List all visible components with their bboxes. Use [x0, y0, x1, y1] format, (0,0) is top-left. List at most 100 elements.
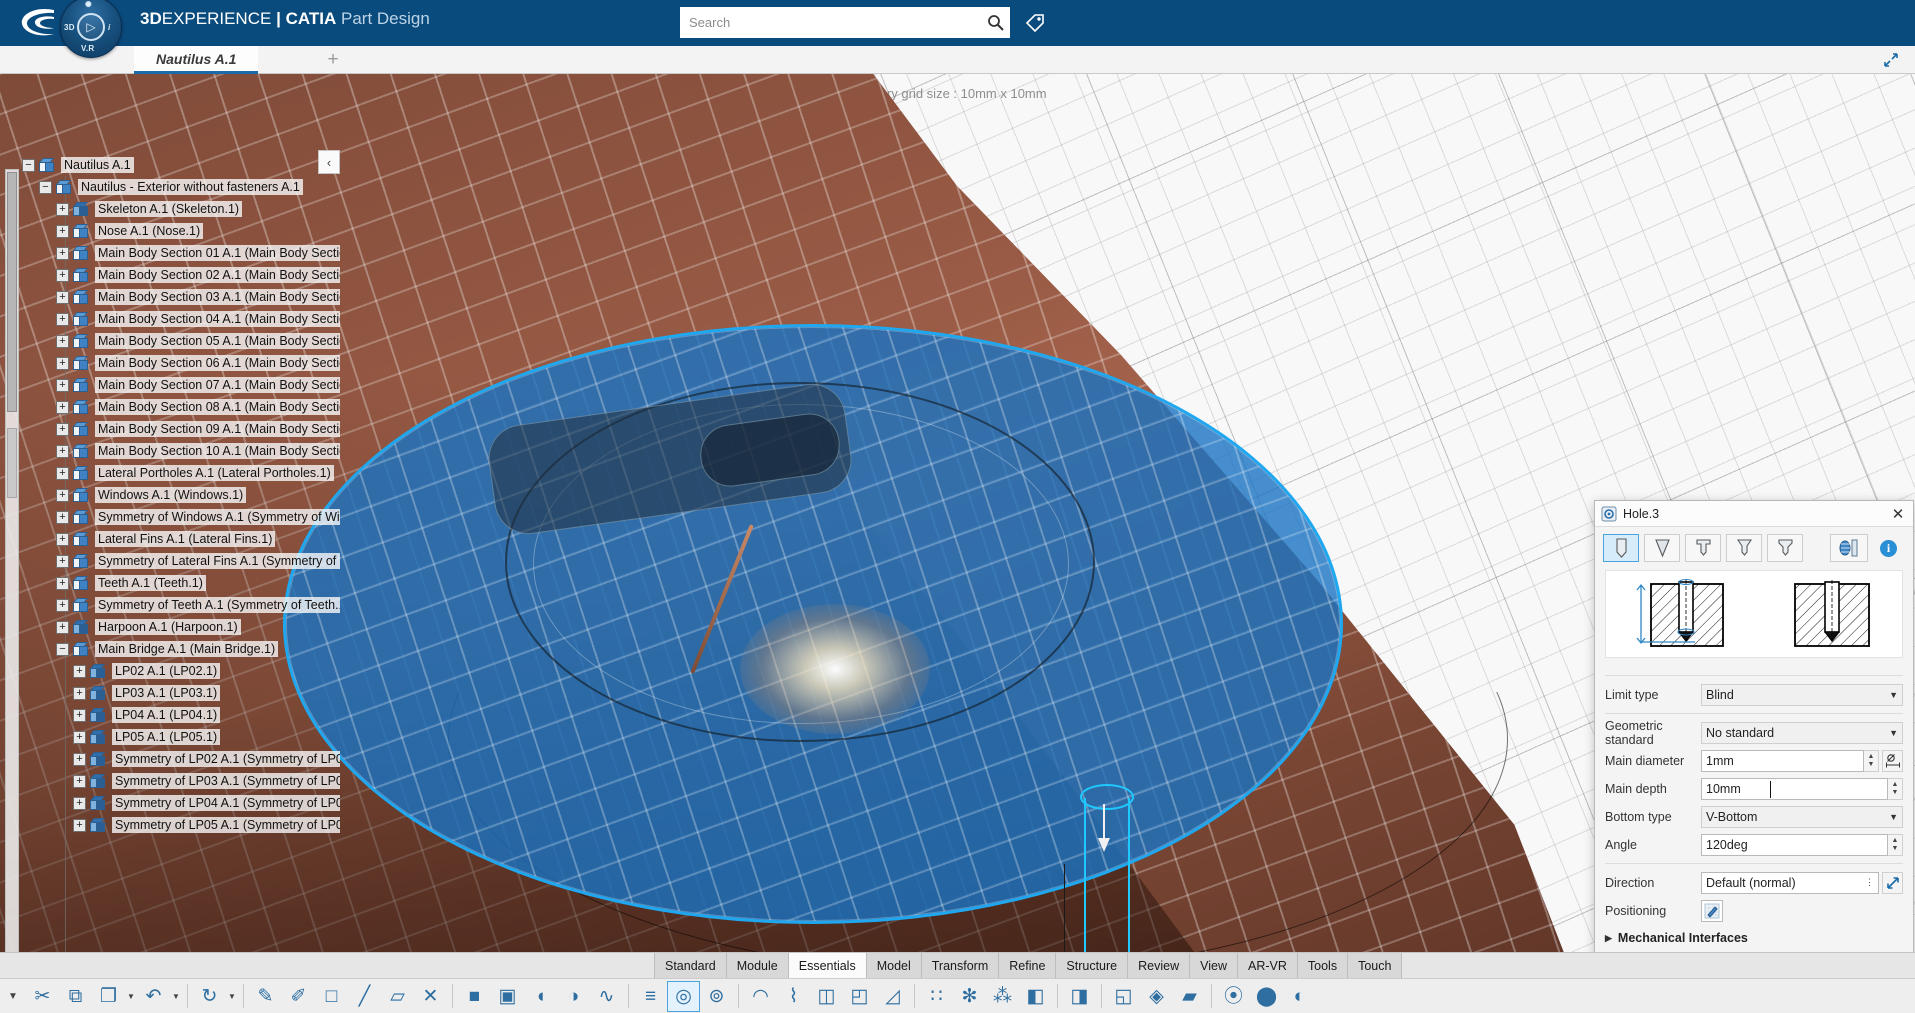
- remove-face-icon[interactable]: ◿: [876, 981, 909, 1012]
- axis-system-icon[interactable]: ✕: [414, 981, 447, 1012]
- action-bar-tabs[interactable]: Standard Module Essentials Model Transform Re…: [0, 952, 1915, 978]
- action-bar-tab-essentials[interactable]: Essentials: [788, 953, 867, 978]
- tree-expand-icon[interactable]: +: [56, 290, 69, 304]
- pocket-icon[interactable]: ▣: [491, 981, 524, 1012]
- action-bar-tab-standard[interactable]: Standard: [654, 953, 727, 978]
- toolbar-dropdown-icon[interactable]: ▼: [125, 992, 137, 1001]
- tree-expand-icon[interactable]: +: [56, 576, 69, 590]
- sew-surface-icon[interactable]: ▰: [1173, 981, 1206, 1012]
- tree-item[interactable]: − Nautilus A.1: [22, 154, 340, 176]
- positioning-sketch-button[interactable]: [1701, 899, 1723, 922]
- tree-item[interactable]: + Symmetry of LP04 A.1 (Symmetry of LP04.…: [22, 792, 340, 814]
- tree-expand-icon[interactable]: +: [56, 444, 69, 458]
- stepper-down-icon[interactable]: ▼: [1892, 845, 1899, 853]
- tree-expand-icon[interactable]: +: [56, 334, 69, 348]
- tree-item[interactable]: + Symmetry of LP02 A.1 (Symmetry of LP02.…: [22, 748, 340, 770]
- tree-item[interactable]: + Teeth A.1 (Teeth.1): [22, 572, 340, 594]
- thickness-icon[interactable]: ◰: [843, 981, 876, 1012]
- stepper-down-icon[interactable]: ▼: [1892, 789, 1899, 797]
- tree-item[interactable]: + Symmetry of Windows A.1 (Symmetry of Wi…: [22, 506, 340, 528]
- search-box[interactable]: [680, 7, 1010, 38]
- tree-expand-icon[interactable]: +: [73, 664, 86, 678]
- tree-expand-icon[interactable]: +: [56, 422, 69, 436]
- tree-expand-icon[interactable]: +: [56, 356, 69, 370]
- stepper-down-icon[interactable]: ▼: [1868, 761, 1875, 769]
- trim-icon[interactable]: ◱: [1107, 981, 1140, 1012]
- tree-expand-icon[interactable]: +: [73, 818, 86, 832]
- tree-item[interactable]: + Main Body Section 09 A.1 (Main Body Sec…: [22, 418, 340, 440]
- split-icon[interactable]: ◨: [1063, 981, 1096, 1012]
- action-bar-tab-touch[interactable]: Touch: [1348, 953, 1403, 978]
- search-input[interactable]: [681, 8, 981, 37]
- diameter-measure-button[interactable]: [1882, 749, 1903, 772]
- tree-item[interactable]: + Main Body Section 06 A.1 (Main Body Sec…: [22, 352, 340, 374]
- shaft-icon[interactable]: ◖: [524, 981, 557, 1012]
- pad-icon[interactable]: ■: [458, 981, 491, 1012]
- tree-item[interactable]: + Main Body Section 04 A.1 (Main Body Sec…: [22, 308, 340, 330]
- fillet-icon[interactable]: ◠: [744, 981, 777, 1012]
- tree-item[interactable]: + Main Body Section 07 A.1 (Main Body Sec…: [22, 374, 340, 396]
- hole-definition-dialog[interactable]: Hole.3 ✕ i Limit type Blind ▼ Geometric …: [1594, 500, 1914, 1013]
- reverse-direction-button[interactable]: [1882, 871, 1903, 894]
- tree-expand-icon[interactable]: +: [56, 202, 69, 216]
- hole-direction-arrow-head[interactable]: [1098, 838, 1110, 852]
- action-bar-tab-ar-vr[interactable]: AR-VR: [1238, 953, 1298, 978]
- tree-item[interactable]: + Main Body Section 03 A.1 (Main Body Sec…: [22, 286, 340, 308]
- action-bar-tab-transform[interactable]: Transform: [921, 953, 1000, 978]
- tree-expand-icon[interactable]: +: [56, 224, 69, 238]
- tapered-hole-type-button[interactable]: [1644, 534, 1680, 562]
- geometric-standard-select[interactable]: No standard ▼: [1701, 721, 1903, 744]
- tree-vertical-scrollbar[interactable]: [5, 169, 19, 952]
- tree-expand-icon[interactable]: +: [56, 620, 69, 634]
- tree-expand-icon[interactable]: +: [56, 510, 69, 524]
- search-icon[interactable]: [981, 8, 1009, 37]
- document-tab-nautilus[interactable]: Nautilus A.1: [134, 46, 259, 74]
- thread-icon[interactable]: ≡: [634, 981, 667, 1012]
- tree-collapse-handle[interactable]: ‹: [318, 150, 340, 174]
- tree-expand-icon[interactable]: +: [73, 796, 86, 810]
- tree-expand-icon[interactable]: +: [56, 378, 69, 392]
- close-icon[interactable]: ✕: [1889, 505, 1907, 523]
- toolbar-dropdown-icon[interactable]: ▼: [226, 992, 238, 1001]
- groove-icon[interactable]: ◑: [557, 981, 590, 1012]
- specification-tree[interactable]: − Nautilus A.1− Nautilus - Exterior withou…: [22, 154, 340, 952]
- tree-item[interactable]: + Harpoon A.1 (Harpoon.1): [22, 616, 340, 638]
- tree-item[interactable]: + Main Body Section 02 A.1 (Main Body Sec…: [22, 264, 340, 286]
- tree-expand-icon[interactable]: +: [56, 488, 69, 502]
- tree-item[interactable]: + LP05 A.1 (LP05.1): [22, 726, 340, 748]
- tree-item[interactable]: + Lateral Fins A.1 (Lateral Fins.1): [22, 528, 340, 550]
- close-surface-icon[interactable]: ◈: [1140, 981, 1173, 1012]
- tree-expand-icon[interactable]: +: [73, 708, 86, 722]
- tag-icon[interactable]: [1022, 10, 1048, 36]
- tree-item[interactable]: + Skeleton A.1 (Skeleton.1): [22, 198, 340, 220]
- tree-expand-icon[interactable]: +: [56, 268, 69, 282]
- tree-vertical-scrollbar-thumb[interactable]: [7, 172, 17, 412]
- sketch-icon[interactable]: ✎: [249, 981, 282, 1012]
- boolean-intersect-icon[interactable]: ⬤: [1250, 981, 1283, 1012]
- action-bar-tab-refine[interactable]: Refine: [999, 953, 1057, 978]
- direction-select[interactable]: Default (normal) ⋮: [1701, 871, 1879, 894]
- tree-expand-icon[interactable]: +: [73, 686, 86, 700]
- bottom-type-select[interactable]: V-Bottom ▼: [1701, 805, 1903, 828]
- line-icon[interactable]: ╱: [348, 981, 381, 1012]
- tree-expand-icon[interactable]: +: [56, 554, 69, 568]
- main-diameter-input[interactable]: 1mm: [1701, 749, 1864, 772]
- tree-item[interactable]: + Symmetry of Lateral Fins A.1 (Symmetry …: [22, 550, 340, 572]
- mirror-icon[interactable]: ◧: [1019, 981, 1052, 1012]
- main-depth-input[interactable]: 10mm: [1701, 777, 1888, 800]
- tree-vertical-scrollbar-thumb-secondary[interactable]: [7, 428, 17, 498]
- action-bar-toolbar[interactable]: ▼ ✂ ⧉ ❐ ▼ ↶ ▼ ↻ ▼ ✎ ✐ □ ╱ ▱ ✕ ■ ▣ ◖ ◑ ∿ ≡ ◎ ⊚ ◠ ⌇ ◫ ◰ ◿ ∷ ✻ ⁂ ◧ ◨ ◱ ◈ ▰ ⦿ ⬤ ◐: [0, 978, 1915, 1013]
- dassault-systemes-logo[interactable]: [14, 4, 66, 42]
- tree-item[interactable]: − Main Bridge A.1 (Main Bridge.1): [22, 638, 340, 660]
- hole-icon[interactable]: ◎: [667, 980, 700, 1012]
- boolean-subtract-icon[interactable]: ◐: [1283, 981, 1316, 1012]
- info-icon[interactable]: i: [1880, 539, 1897, 557]
- positioned-sketch-icon[interactable]: ✐: [282, 981, 315, 1012]
- angle-stepper[interactable]: ▲ ▼: [1888, 833, 1903, 856]
- rectangular-pattern-icon[interactable]: ∷: [920, 981, 953, 1012]
- draft-icon[interactable]: ⌇: [777, 981, 810, 1012]
- limit-type-select[interactable]: Blind ▼: [1701, 683, 1903, 706]
- undo-icon[interactable]: ↶: [137, 981, 170, 1012]
- tree-collapse-icon[interactable]: −: [22, 158, 35, 172]
- paste-icon[interactable]: ❐: [92, 981, 125, 1012]
